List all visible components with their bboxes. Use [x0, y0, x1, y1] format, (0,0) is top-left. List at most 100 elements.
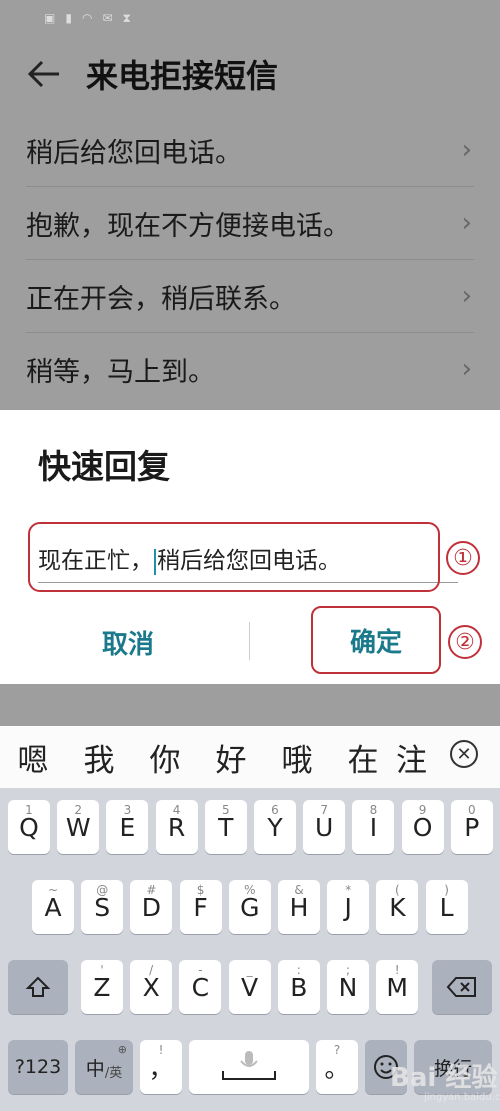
- key-x-hint: /: [149, 963, 154, 977]
- numbers-key-label: ?123: [14, 1056, 62, 1078]
- key-f-hint: $: [196, 883, 205, 897]
- key-c-hint: -: [198, 963, 203, 977]
- back-arrow-icon[interactable]: [24, 54, 64, 94]
- key-y-hint: 6: [271, 803, 279, 817]
- key-g[interactable]: % G: [228, 880, 271, 934]
- key-c[interactable]: -C: [179, 960, 222, 1014]
- key-z-hint: ': [100, 963, 104, 977]
- list-item[interactable]: 稍等，马上到。 ›: [26, 333, 474, 405]
- status-bar: ▣ ▮ ◠ ✉ ⧗: [0, 0, 500, 36]
- chevron-right-icon: ›: [461, 208, 472, 238]
- key-e[interactable]: 3E: [106, 800, 149, 854]
- key-u[interactable]: 7U: [303, 800, 346, 854]
- key-e-hint: 3: [123, 803, 132, 817]
- key-b[interactable]: :B: [277, 960, 320, 1014]
- callout-1: ①: [446, 541, 480, 575]
- key-n[interactable]: ; N: [327, 960, 369, 1014]
- key-h-hint: &: [294, 883, 304, 897]
- key-p-hint: 0: [467, 803, 476, 817]
- close-candidates-icon[interactable]: ✕: [450, 740, 478, 768]
- key-w-hint: 2: [74, 803, 82, 817]
- list-item[interactable]: 正在开会，稍后联系。 ›: [26, 260, 474, 333]
- comma-key-hint: !: [158, 1043, 164, 1057]
- language-sub: /英: [104, 1065, 123, 1081]
- input-highlight-box: [28, 522, 440, 592]
- key-s[interactable]: @ S: [81, 880, 124, 934]
- key-h[interactable]: & H: [278, 880, 320, 934]
- key-a[interactable]: ~ A: [32, 880, 74, 934]
- dialog-title: 快速回复: [38, 447, 170, 486]
- reply-text: 稍后给您回电话。: [26, 137, 242, 169]
- key-f[interactable]: $ F: [179, 880, 222, 934]
- candidate-word[interactable]: 你: [132, 735, 198, 780]
- shift-icon: [25, 976, 51, 997]
- candidate-word[interactable]: 哦: [264, 735, 330, 780]
- key-w[interactable]: 2W: [57, 800, 100, 854]
- space-key[interactable]: [189, 1040, 309, 1094]
- period-key[interactable]: ?。: [316, 1040, 358, 1094]
- numbers-key[interactable]: ?123: [8, 1040, 68, 1094]
- key-m-hint: !: [394, 963, 400, 977]
- key-i[interactable]: 8I: [352, 800, 395, 854]
- key-u-hint: 7: [320, 803, 328, 817]
- key-z[interactable]: ' Z: [81, 960, 123, 1014]
- key-v-hint: _: [246, 963, 253, 977]
- reply-text: 稍等，马上到。: [26, 356, 215, 388]
- key-d[interactable]: # D: [130, 880, 173, 934]
- cancel-button[interactable]: 取消: [48, 614, 208, 670]
- globe-icon: ⊕: [117, 1043, 127, 1056]
- key-o-hint: 9: [418, 803, 427, 817]
- key-x[interactable]: / X: [130, 960, 173, 1014]
- candidate-word[interactable]: 我: [66, 735, 132, 780]
- key-v[interactable]: _ V: [228, 960, 271, 1014]
- key-s-hint: @: [96, 883, 109, 897]
- key-t-hint: 5: [221, 803, 230, 817]
- key-o[interactable]: 9O: [401, 800, 444, 854]
- reply-text: 正在开会，稍后联系。: [26, 283, 296, 315]
- backspace-key[interactable]: [432, 960, 492, 1014]
- watermark: Bai 经验: [390, 1063, 498, 1093]
- key-q[interactable]: 1Q: [8, 800, 50, 854]
- key-n-hint: ;: [345, 963, 351, 977]
- button-divider: [249, 622, 250, 660]
- key-r[interactable]: 4R: [155, 800, 198, 854]
- watermark-url: jingyan.baidu.com: [424, 1092, 500, 1103]
- candidate-word[interactable]: 好: [198, 735, 264, 780]
- key-j[interactable]: * J: [327, 880, 370, 934]
- candidate-bar: 嗯 我 你 好 哦 在 注 ✕: [0, 726, 500, 788]
- hourglass-icon: ⧗: [122, 10, 131, 25]
- reply-text: 抱歉，现在不方便接电话。: [26, 210, 350, 242]
- chevron-right-icon: ›: [461, 135, 472, 165]
- chevron-right-icon: ›: [461, 281, 472, 311]
- list-item[interactable]: 抱歉，现在不方便接电话。 ›: [26, 187, 474, 260]
- shift-key[interactable]: [8, 960, 68, 1014]
- confirm-highlight-box: [311, 606, 441, 674]
- key-k-hint: (: [395, 883, 400, 897]
- candidate-word[interactable]: 在: [330, 735, 396, 780]
- key-y[interactable]: 6Y: [254, 800, 296, 854]
- key-d-hint: #: [146, 883, 157, 897]
- backspace-icon: [446, 977, 476, 997]
- list-item[interactable]: 稍后给您回电话。 ›: [26, 114, 474, 187]
- key-j-hint: *: [345, 883, 352, 897]
- message-icon: ✉: [102, 11, 113, 25]
- signal-icon: ▮: [65, 11, 72, 25]
- language-main: 中: [85, 1057, 105, 1080]
- app-header: 来电拒接短信: [0, 36, 500, 112]
- key-l[interactable]: ) L: [425, 880, 468, 934]
- comma-key[interactable]: !，: [140, 1040, 182, 1094]
- key-k[interactable]: (K: [376, 880, 419, 934]
- key-m[interactable]: ! M: [376, 960, 419, 1014]
- microphone-icon: [222, 1051, 276, 1080]
- language-key[interactable]: 中/英 ⊕: [75, 1040, 133, 1094]
- key-t[interactable]: 5T: [204, 800, 247, 854]
- key-g-hint: %: [244, 883, 256, 897]
- candidate-word[interactable]: 嗯: [0, 735, 66, 780]
- hd-icon: ▣: [44, 11, 56, 25]
- candidate-word[interactable]: 注: [396, 735, 426, 780]
- key-i-hint: 8: [369, 803, 378, 817]
- callout-2: ②: [448, 625, 482, 659]
- wifi-icon: ◠: [81, 11, 93, 25]
- key-p[interactable]: 0P: [450, 800, 493, 854]
- key-l-hint: ): [444, 883, 449, 897]
